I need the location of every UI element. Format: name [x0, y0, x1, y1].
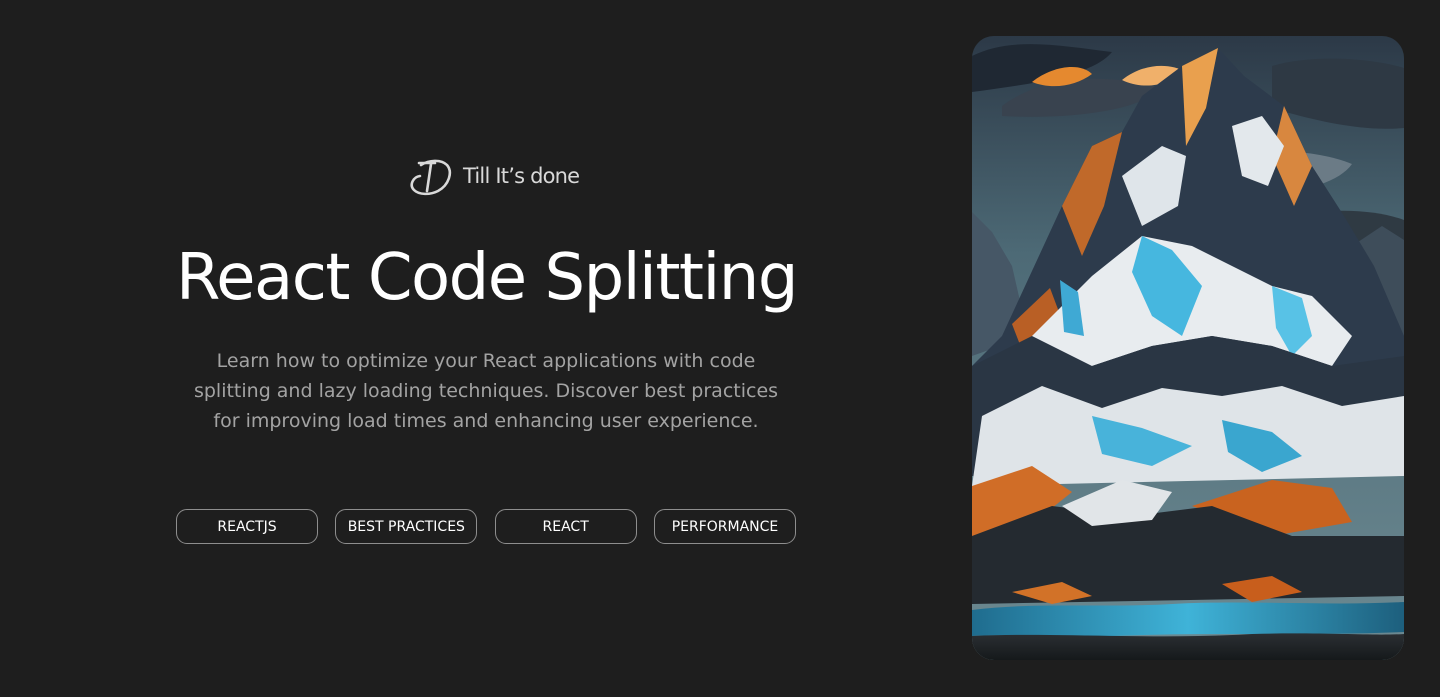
td-monogram-logo-icon — [410, 159, 451, 196]
tag-react[interactable]: REACT — [494, 509, 637, 544]
article-description: Learn how to optimize your React applica… — [193, 350, 779, 432]
mountain-landscape-illustration — [972, 36, 1404, 660]
tag-performance[interactable]: PERFORMANCE — [653, 509, 796, 544]
article-hero-page: Till It’s done React Code Splitting Lear… — [0, 0, 1440, 697]
tag-best-practices[interactable]: BEST PRACTICES — [335, 509, 478, 544]
tag-list: REACTJS BEST PRACTICES REACT PERFORMANCE — [176, 509, 796, 544]
page-title: React Code Splitting — [176, 241, 798, 315]
brand-link[interactable]: Till It’s done — [405, 154, 580, 198]
article-intro: Till It’s done React Code Splitting Lear… — [176, 0, 798, 697]
tag-reactjs[interactable]: REACTJS — [176, 509, 318, 544]
hero-image — [972, 36, 1404, 660]
brand-name: Till It’s done — [463, 164, 580, 188]
